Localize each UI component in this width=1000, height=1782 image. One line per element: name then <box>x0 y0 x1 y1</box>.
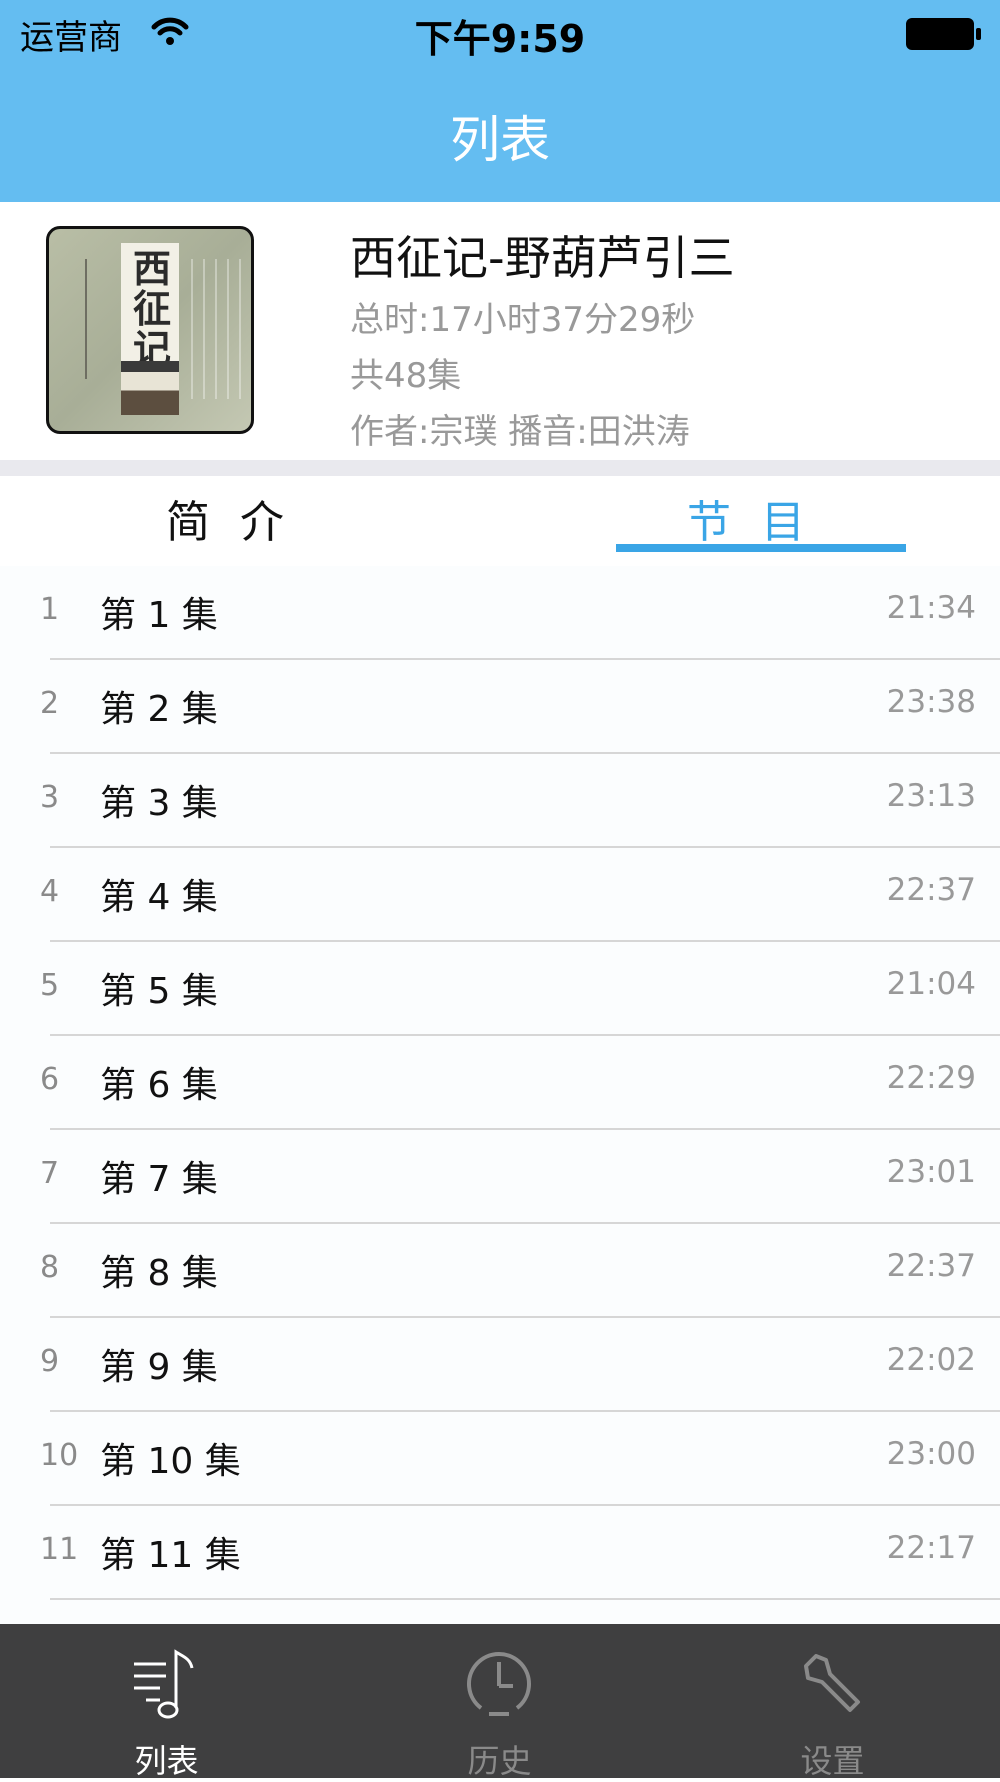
tabbar-item-history[interactable]: 历史 <box>333 1624 666 1780</box>
episode-number: 11 <box>40 1532 79 1567</box>
episode-title: 第 5 集 <box>100 971 218 1012</box>
tabbar-label-list: 列表 <box>134 1742 199 1780</box>
list-item[interactable]: 6 第 6 集 22:29 <box>0 1036 1000 1130</box>
tabbar-label-history: 历史 <box>467 1742 532 1780</box>
status-clock: 下午9:59 <box>414 17 586 61</box>
battery-icon <box>906 18 981 50</box>
cover-title-text: 西征记 <box>133 246 172 371</box>
tabbar-label-settings: 设置 <box>800 1742 865 1780</box>
episode-duration: 23:01 <box>886 1154 976 1190</box>
episode-title: 第 1 集 <box>100 595 218 636</box>
episode-title: 第 8 集 <box>100 1253 218 1294</box>
clock-icon <box>467 1652 531 1716</box>
list-item[interactable]: 9 第 9 集 22:02 <box>0 1318 1000 1412</box>
page-title: 列表 <box>450 111 550 169</box>
episode-duration: 22:17 <box>886 1530 976 1566</box>
list-item[interactable]: 12第 12 集 <box>0 1600 1000 1624</box>
tab-active-indicator <box>616 544 906 552</box>
list-item[interactable]: 11 第 11 集 22:17 <box>0 1506 1000 1600</box>
section-divider <box>0 460 1000 476</box>
book-cover-image[interactable]: 西征记 <box>46 226 254 434</box>
cover-house-illustration <box>121 361 179 415</box>
list-item[interactable]: 7 第 7 集 23:01 <box>0 1130 1000 1224</box>
tab-intro[interactable]: 简介 <box>110 486 370 556</box>
episode-title: 第 3 集 <box>100 783 218 824</box>
episode-duration: 22:37 <box>886 1248 976 1284</box>
episode-number: 4 <box>40 874 60 909</box>
book-title: 西征记-野葫芦引三 <box>350 231 735 285</box>
app-header: 运营商 下午9:59 列表 <box>0 0 1000 202</box>
episode-number: 9 <box>40 1344 60 1379</box>
episode-number: 2 <box>40 686 60 721</box>
list-item[interactable]: 10 第 10 集 23:00 <box>0 1412 1000 1506</box>
episode-title: 第 2 集 <box>100 689 218 730</box>
episode-duration: 23:13 <box>886 778 976 814</box>
list-item[interactable]: 5 第 5 集 21:04 <box>0 942 1000 1036</box>
list-item[interactable]: 1 第 1 集 21:34 <box>0 566 1000 660</box>
episode-title: 第 6 集 <box>100 1065 218 1106</box>
episode-duration: 23:38 <box>886 684 976 720</box>
tabbar-item-settings[interactable]: 设置 <box>666 1624 999 1780</box>
list-item[interactable]: 8 第 8 集 22:37 <box>0 1224 1000 1318</box>
episode-list[interactable]: 1 第 1 集 21:34 2 第 2 集 23:38 3 第 3 集 23:13 4 第 4 集 2… <box>0 566 1000 1624</box>
episode-title: 第 7 集 <box>100 1159 218 1200</box>
episode-title: 第 4 集 <box>100 877 218 918</box>
book-episode-count: 共48集 <box>350 356 462 396</box>
book-duration: 总时:17小时37分29秒 <box>350 300 696 340</box>
episode-duration: 22:37 <box>886 872 976 908</box>
status-bar: 运营商 下午9:59 <box>0 0 1000 66</box>
list-item[interactable]: 3 第 3 集 23:13 <box>0 754 1000 848</box>
episode-number: 8 <box>40 1250 60 1285</box>
wrench-icon <box>804 1654 860 1712</box>
music-list-icon <box>134 1649 194 1719</box>
episode-duration: 22:02 <box>886 1342 976 1378</box>
episode-title: 第 10 集 <box>100 1441 241 1482</box>
episode-title: 第 9 集 <box>100 1347 218 1388</box>
tab-bar: 列表 历史 设置 <box>0 1624 1000 1780</box>
episode-duration: 21:04 <box>886 966 976 1002</box>
list-item[interactable]: 4 第 4 集 22:37 <box>0 848 1000 942</box>
episode-number: 5 <box>40 968 60 1003</box>
episode-number: 3 <box>40 780 60 815</box>
cover-decoration <box>85 259 97 379</box>
list-item[interactable]: 2 第 2 集 23:38 <box>0 660 1000 754</box>
episode-number: 1 <box>40 592 60 627</box>
episode-title: 第 11 集 <box>100 1535 241 1576</box>
tabbar-item-list[interactable]: 列表 <box>0 1624 333 1780</box>
segment-tabs: 简介 节目 <box>0 476 1000 566</box>
book-info: 西征记 西征记-野葫芦引三 总时:17小时37分29秒 共48集 作者:宗璞 播… <box>0 202 1000 460</box>
episode-number: 7 <box>40 1156 60 1191</box>
cover-texture <box>191 259 241 399</box>
episode-duration: 23:00 <box>886 1436 976 1472</box>
episode-number: 10 <box>40 1438 79 1473</box>
episode-duration: 21:34 <box>886 590 976 626</box>
episode-number: 6 <box>40 1062 60 1097</box>
episode-duration: 22:29 <box>886 1060 976 1096</box>
book-credits: 作者:宗璞 播音:田洪涛 <box>350 412 690 452</box>
